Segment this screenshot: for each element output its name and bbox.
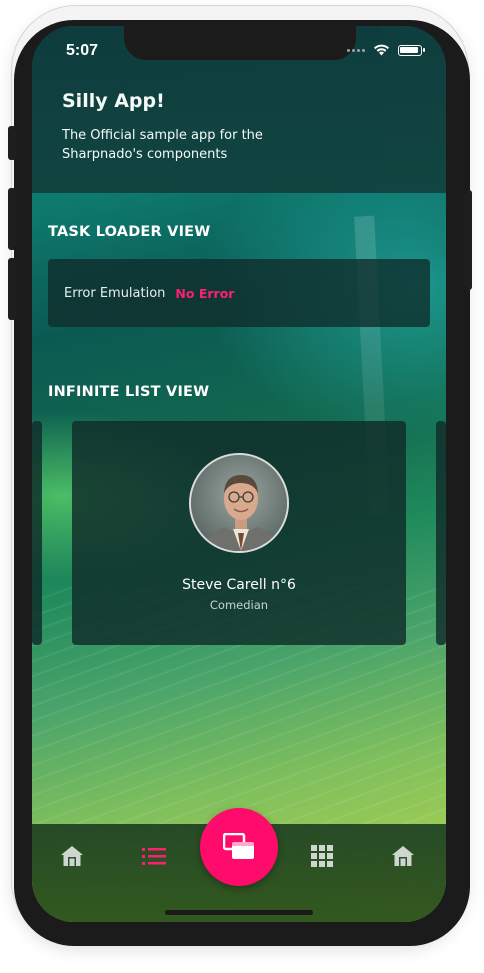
- error-emulation-row[interactable]: Error Emulation No Error: [48, 259, 430, 327]
- power-button: [464, 190, 472, 290]
- app-subtitle: The Official sample app for the Sharpnad…: [62, 128, 263, 162]
- list-icon: [142, 848, 166, 865]
- person-photo: [191, 455, 287, 551]
- home-indicator[interactable]: [165, 910, 313, 915]
- task-loader-section-title: TASK LOADER VIEW: [48, 224, 211, 240]
- tab-list[interactable]: [138, 840, 170, 872]
- carousel-card[interactable]: Steve Carell n°6 Comedian: [72, 421, 406, 645]
- person-role: Comedian: [209, 598, 269, 612]
- tabs-icon: [223, 833, 254, 859]
- signal-icon: [347, 48, 365, 52]
- error-emulation-label: Error Emulation: [64, 285, 166, 301]
- infinite-list-section-title: INFINITE LIST VIEW: [48, 384, 210, 400]
- home-icon: [392, 846, 414, 866]
- volume-down-button: [8, 258, 16, 320]
- device-notch: [124, 26, 356, 60]
- app-title: Silly App!: [62, 90, 165, 112]
- error-emulation-value[interactable]: No Error: [175, 286, 234, 301]
- status-time: 5:07: [66, 42, 99, 59]
- tab-grid[interactable]: [306, 840, 338, 872]
- battery-icon: [398, 44, 425, 56]
- grid-icon: [311, 845, 333, 867]
- tab-home-secondary[interactable]: [387, 840, 419, 872]
- wifi-icon: [374, 44, 389, 56]
- tabs-fab-button[interactable]: [200, 808, 278, 886]
- volume-up-button: [8, 188, 16, 250]
- status-icons: [347, 44, 425, 56]
- app-screen: Silly App! The Official sample app for t…: [32, 26, 446, 922]
- person-name: Steve Carell n°6: [182, 577, 296, 593]
- carousel-card-next[interactable]: [436, 421, 446, 645]
- avatar: [189, 453, 289, 553]
- home-icon: [61, 846, 83, 866]
- mute-switch: [8, 126, 16, 160]
- carousel-card-previous[interactable]: [32, 421, 42, 645]
- tab-home[interactable]: [56, 840, 88, 872]
